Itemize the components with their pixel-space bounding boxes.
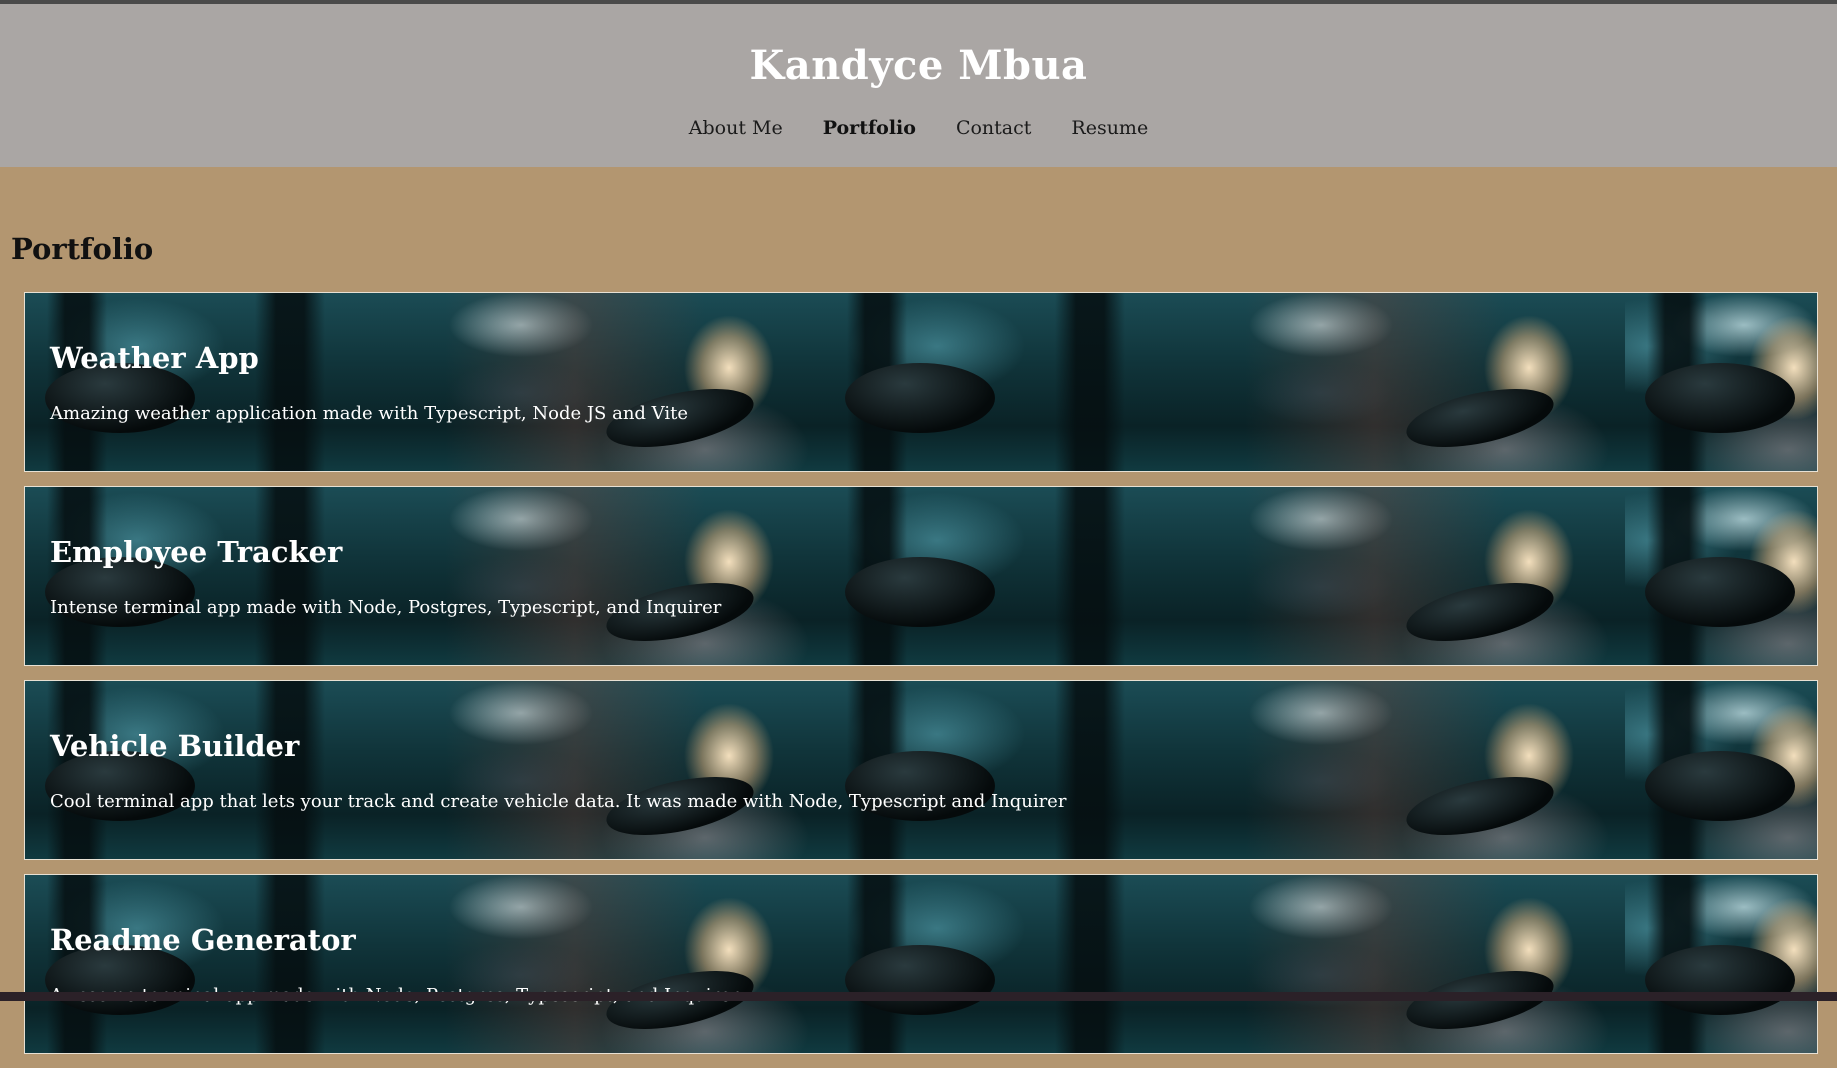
background-photo-tile: [1625, 293, 1817, 471]
background-photo-tile: [825, 875, 1625, 1053]
project-title: Employee Tracker: [50, 535, 343, 569]
project-description: Intense terminal app made with Node, Pos…: [50, 597, 722, 618]
background-photo-tile: [1625, 681, 1817, 859]
project-title: Readme Generator: [50, 923, 356, 957]
card-background-image: [25, 681, 1817, 859]
project-description: Amazing weather application made with Ty…: [50, 403, 688, 424]
project-card[interactable]: Vehicle Builder Cool terminal app that l…: [24, 680, 1818, 860]
bottom-edge: [0, 992, 1837, 1001]
project-list: Weather App Amazing weather application …: [24, 292, 1818, 1068]
page-heading: Portfolio: [11, 232, 154, 266]
project-card[interactable]: Employee Tracker Intense terminal app ma…: [24, 486, 1818, 666]
site-header: Kandyce Mbua About Me Portfolio Contact …: [0, 4, 1837, 167]
background-photo-tile: [825, 293, 1625, 471]
background-photo-tile: [825, 487, 1625, 665]
card-background-image: [25, 875, 1817, 1053]
nav-link-about-me[interactable]: About Me: [689, 117, 783, 139]
background-photo-tile: [825, 681, 1625, 859]
background-photo-tile: [25, 293, 825, 471]
project-title: Vehicle Builder: [50, 729, 300, 763]
project-card[interactable]: Weather App Amazing weather application …: [24, 292, 1818, 472]
nav-link-portfolio[interactable]: Portfolio: [823, 117, 916, 139]
background-photo-tile: [25, 487, 825, 665]
background-photo-tile: [25, 875, 825, 1053]
nav-link-resume[interactable]: Resume: [1071, 117, 1148, 139]
background-photo-tile: [25, 681, 825, 859]
main-nav: About Me Portfolio Contact Resume: [0, 117, 1837, 139]
site-title: Kandyce Mbua: [749, 42, 1088, 89]
card-background-image: [25, 487, 1817, 665]
background-photo-tile: [1625, 487, 1817, 665]
background-photo-tile: [1625, 875, 1817, 1053]
nav-link-contact[interactable]: Contact: [956, 117, 1031, 139]
project-description: Cool terminal app that lets your track a…: [50, 791, 1067, 812]
project-card[interactable]: Readme Generator Awesome terminal app ma…: [24, 874, 1818, 1054]
card-background-image: [25, 293, 1817, 471]
project-title: Weather App: [50, 341, 259, 375]
